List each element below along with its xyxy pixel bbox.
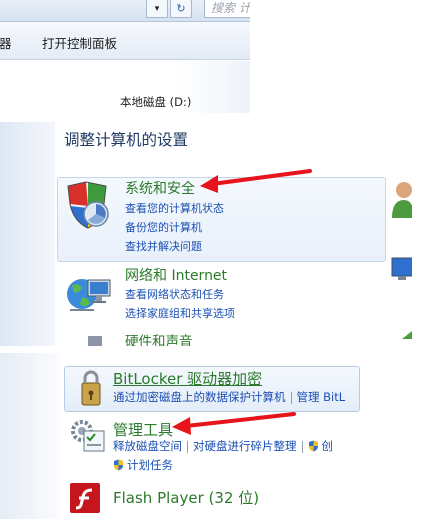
admin-tools-icon <box>70 419 106 453</box>
page-title: 调整计算机的设置 <box>64 131 189 149</box>
hardware-icon <box>86 332 104 346</box>
link-backup-computer[interactable]: 备份您的计算机 <box>125 219 202 235</box>
left-nav-gradient <box>0 122 55 346</box>
clock-region-icon <box>402 331 412 339</box>
address-dropdown-button[interactable]: ▾ <box>146 0 168 18</box>
control-panel-home: 调整计算机的设置 系统和安全 查看您的计算机状态 备份您的计算机 查找并解决问题 <box>0 122 412 346</box>
link-schedule-tasks[interactable]: 计划任务 <box>127 458 173 472</box>
refresh-button[interactable]: ↻ <box>170 0 192 18</box>
toolbar-item-partial[interactable]: 器 <box>0 33 12 52</box>
network-globe-icon <box>64 270 114 318</box>
category-hardware-sound[interactable]: 硬件和声音 <box>125 330 193 346</box>
user-accounts-icon <box>390 180 412 224</box>
search-placeholder: 搜索 计 <box>211 1 250 15</box>
left-nav-gradient-2 <box>0 353 60 519</box>
explorer-window-fragment: ▾ ↻ 搜索 计 器 打开控制面板 本地磁盘 (D:) <box>0 0 250 113</box>
category-system-security[interactable]: 系统和安全 <box>125 178 195 198</box>
link-disk-cleanup[interactable]: 释放磁盘空间 <box>113 439 182 453</box>
open-control-panel-button[interactable]: 打开控制面板 <box>42 33 117 52</box>
shield-icon <box>64 180 112 232</box>
uac-shield-icon <box>114 459 123 471</box>
link-separator <box>290 391 292 404</box>
flash-player-title[interactable]: Flash Player (32 位) <box>113 487 259 508</box>
link-view-computer-status[interactable]: 查看您的计算机状态 <box>125 200 224 216</box>
appearance-icon <box>390 256 412 284</box>
link-defragment[interactable]: 对硬盘进行碎片整理 <box>193 439 297 453</box>
link-manage-bitlocker[interactable]: 管理 BitL <box>297 390 346 404</box>
drive-d-label[interactable]: 本地磁盘 (D:) <box>120 94 191 110</box>
search-input[interactable]: 搜索 计 <box>204 0 250 18</box>
link-homegroup-sharing[interactable]: 选择家庭组和共享选项 <box>125 305 235 321</box>
link-network-status[interactable]: 查看网络状态和任务 <box>125 286 224 302</box>
uac-shield-icon <box>308 440 318 452</box>
link-encrypt-data[interactable]: 通过加密磁盘上的数据保护计算机 <box>113 390 286 404</box>
bitlocker-links: 通过加密磁盘上的数据保护计算机 管理 BitL <box>113 389 345 405</box>
admin-section: BitLocker 驱动器加密 通过加密磁盘上的数据保护计算机 管理 BitL 管… <box>0 353 440 519</box>
chevron-down-icon: ▾ <box>154 4 160 14</box>
red-arrow-annotation-2 <box>172 412 296 435</box>
red-arrow-annotation-1 <box>200 169 312 193</box>
link-separator <box>301 440 303 453</box>
bitlocker-key-icon <box>78 369 104 407</box>
link-create-partial[interactable]: 创 <box>322 439 334 453</box>
admin-tools-title[interactable]: 管理工具 <box>113 419 173 440</box>
link-troubleshoot[interactable]: 查找并解决问题 <box>125 238 202 254</box>
refresh-icon: ↻ <box>176 2 186 15</box>
category-network-internet[interactable]: 网络和 Internet <box>125 265 227 285</box>
bitlocker-title[interactable]: BitLocker 驱动器加密 <box>113 368 262 389</box>
link-separator <box>187 440 188 453</box>
admin-tools-links: 释放磁盘空间 对硬盘进行碎片整理 创 <box>113 438 333 454</box>
admin-tools-links-row2: 计划任务 <box>113 457 173 473</box>
command-bar <box>0 22 250 60</box>
flash-player-icon <box>70 483 100 513</box>
